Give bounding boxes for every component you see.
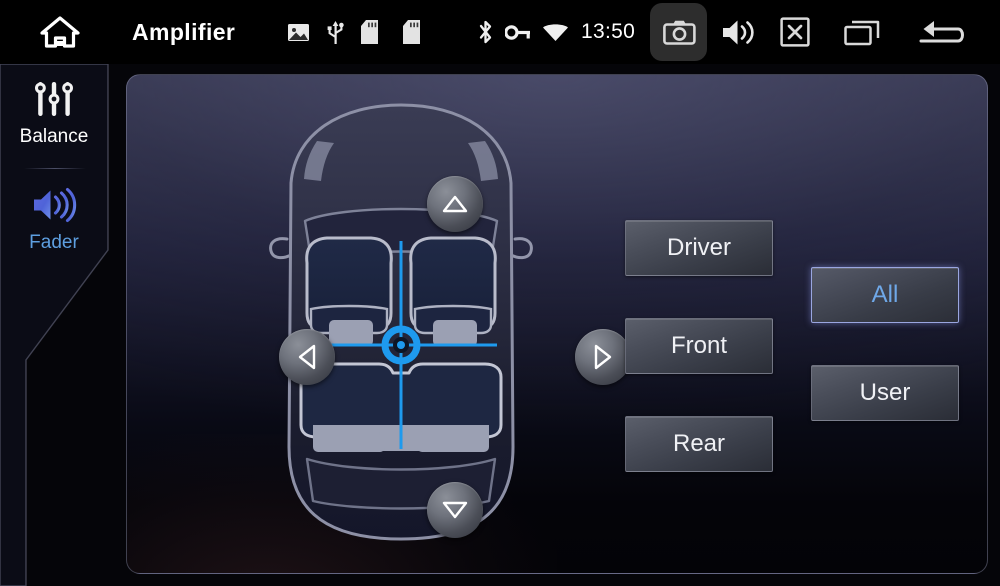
balance-left-button[interactable] xyxy=(279,329,335,385)
balance-down-button[interactable] xyxy=(427,482,483,538)
key-icon xyxy=(504,0,532,64)
sidebar-item-fader[interactable]: Fader xyxy=(0,182,108,254)
recent-apps-icon[interactable] xyxy=(840,0,884,64)
arrow-left-icon xyxy=(298,344,316,370)
gallery-icon[interactable] xyxy=(285,0,311,64)
sd-card-icon[interactable] xyxy=(357,0,381,64)
balance-up-button[interactable] xyxy=(427,176,483,232)
usb-icon[interactable] xyxy=(323,0,347,64)
sliders-icon xyxy=(32,76,76,122)
preset-rear-button[interactable]: Rear xyxy=(625,416,773,472)
arrow-right-icon xyxy=(594,344,612,370)
sidebar-item-label: Fader xyxy=(29,232,79,253)
arrow-up-icon xyxy=(442,195,468,213)
preset-all-button[interactable]: All xyxy=(811,267,959,323)
sidebar-divider xyxy=(24,168,86,169)
close-box-icon[interactable] xyxy=(775,0,815,64)
amplifier-panel: Driver Front Rear All User xyxy=(126,74,988,574)
page-title: Amplifier xyxy=(132,18,236,45)
amplifier-screen: Amplifier 13:50 Balance Fader Driver Fro… xyxy=(0,0,1000,586)
sidebar-item-label: Balance xyxy=(19,126,89,147)
car-top-view xyxy=(269,103,533,541)
sd-card-icon[interactable] xyxy=(399,0,423,64)
back-arrow-icon[interactable] xyxy=(915,0,969,64)
wifi-icon xyxy=(540,0,570,64)
sidebar: Balance Fader xyxy=(0,64,120,586)
sidebar-item-balance[interactable]: Balance xyxy=(0,76,108,148)
bluetooth-icon xyxy=(474,0,496,64)
status-bar: Amplifier 13:50 xyxy=(0,0,1000,64)
home-icon[interactable] xyxy=(34,0,86,64)
preset-user-button[interactable]: User xyxy=(811,365,959,421)
arrow-down-icon xyxy=(442,501,468,519)
camera-icon[interactable] xyxy=(656,0,702,64)
preset-front-button[interactable]: Front xyxy=(625,318,773,374)
balance-right-button[interactable] xyxy=(575,329,631,385)
car-balance-diagram[interactable] xyxy=(201,87,631,563)
volume-icon[interactable] xyxy=(717,0,759,64)
preset-driver-button[interactable]: Driver xyxy=(625,220,773,276)
status-clock: 13:50 xyxy=(581,20,636,43)
speaker-wave-icon xyxy=(31,182,77,228)
